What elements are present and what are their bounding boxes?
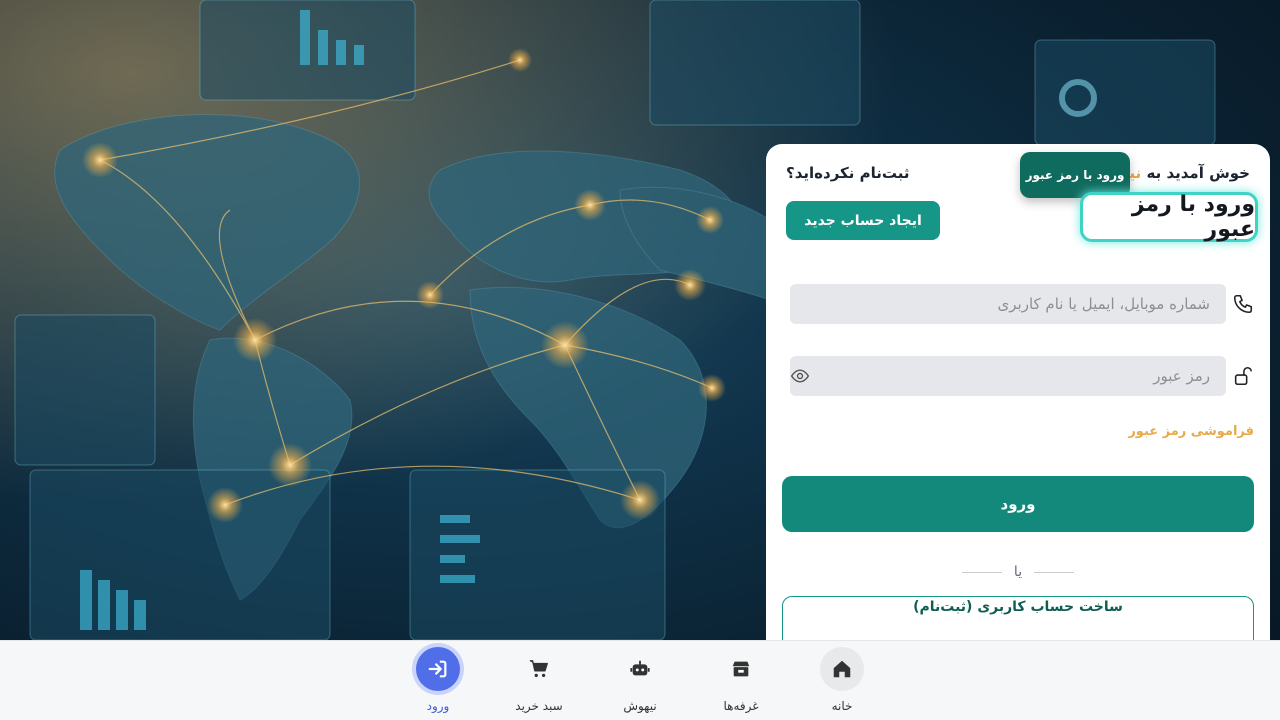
nav-label-cart: سبد خرید [515, 699, 563, 713]
login-submit-button[interactable]: ورود [782, 476, 1254, 532]
nav-item-login[interactable]: ورود [393, 647, 483, 717]
nav-label-ai: نیهوش [623, 699, 657, 713]
robot-icon [618, 647, 662, 691]
phone-icon [1233, 294, 1253, 314]
username-input[interactable] [790, 284, 1226, 324]
or-text: یا [1013, 564, 1023, 580]
home-icon [820, 647, 864, 691]
welcome-prefix: خوش آمدید به [1146, 164, 1250, 182]
store-icon [719, 647, 763, 691]
nav-item-cart[interactable]: سبد خرید [494, 647, 584, 717]
or-divider: یا [766, 564, 1270, 580]
bottom-navigation: ورود سبد خرید نیهوش [0, 640, 1280, 720]
lock-icon [1234, 366, 1253, 386]
divider-line [961, 571, 1002, 573]
nav-label-login: ورود [426, 699, 450, 713]
password-input[interactable] [790, 356, 1226, 396]
login-icon [416, 647, 460, 691]
forgot-password-link[interactable]: فراموشی رمز عبور [1128, 424, 1254, 439]
divider-line [1034, 571, 1075, 573]
page-title: ورود با رمز عبور [1080, 192, 1258, 242]
signup-button[interactable]: ساخت حساب کاربری (ثبت‌نام) [782, 596, 1254, 640]
nav-item-stores[interactable]: غرفه‌ها [696, 647, 786, 717]
login-panel: خوش آمدید به نیبرو ورود با رمز عبور ورود… [766, 144, 1270, 640]
no-account-text: ثبت‌نام نکرده‌اید؟ [786, 164, 910, 182]
nav-item-home[interactable]: خانه [797, 647, 887, 717]
eye-icon[interactable] [790, 366, 810, 386]
cart-icon [517, 647, 561, 691]
nav-item-ai[interactable]: نیهوش [595, 647, 685, 717]
nav-label-stores: غرفه‌ها [723, 699, 759, 713]
create-account-button[interactable]: ایجاد حساب جدید [786, 201, 940, 240]
nav-label-home: خانه [831, 699, 853, 713]
